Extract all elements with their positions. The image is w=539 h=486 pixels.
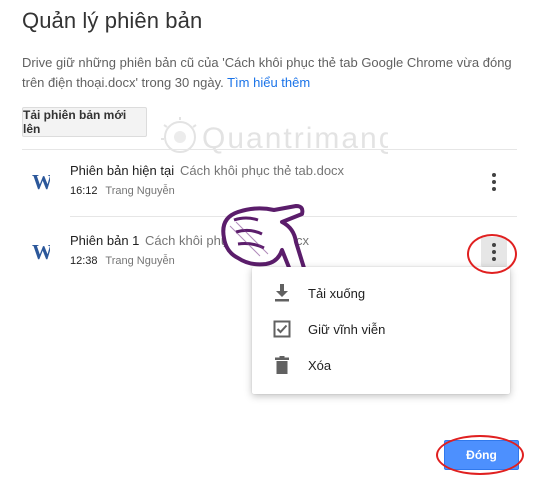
trash-icon <box>272 355 292 375</box>
version-row-current[interactable]: W Phiên bản hiện tại Cách khôi phục thẻ … <box>22 152 517 212</box>
menu-item-label: Giữ vĩnh viễn <box>308 321 386 337</box>
upload-new-version-button[interactable]: Tải phiên bản mới lên <box>22 107 147 137</box>
version-file: Cách khôi phục thẻ tab.docx <box>180 163 345 178</box>
more-vert-icon <box>492 243 496 261</box>
checkbox-icon <box>272 319 292 339</box>
version-time: 16:12 <box>70 185 98 197</box>
version-meta: 16:12 Trang Nguyễn <box>70 185 175 197</box>
version-time: 12:38 <box>70 255 98 267</box>
word-doc-icon: W <box>32 170 53 194</box>
learn-more-link[interactable]: Tìm hiểu thêm <box>227 75 310 90</box>
menu-item-delete[interactable]: Xóa <box>252 347 510 383</box>
version-file: Cách khôi phục thẻ tab.docx <box>145 233 310 248</box>
version-author: Trang Nguyễn <box>105 185 175 197</box>
more-vert-icon <box>492 173 496 191</box>
menu-item-keep-forever[interactable]: Giữ vĩnh viễn <box>252 311 510 347</box>
menu-item-download[interactable]: Tải xuống <box>252 275 510 311</box>
version-name: Phiên bản 1 <box>70 233 140 248</box>
menu-item-label: Xóa <box>308 357 332 373</box>
svg-text:W: W <box>32 240 50 262</box>
word-doc-icon: W <box>32 240 53 264</box>
menu-item-label: Tải xuống <box>308 285 366 301</box>
svg-text:W: W <box>32 170 50 192</box>
close-button[interactable]: Đóng <box>444 440 519 470</box>
version-meta: 12:38 Trang Nguyễn <box>70 255 175 267</box>
version-dialog: Quản lý phiên bản Drive giữ những phiên … <box>0 0 539 486</box>
download-icon <box>272 283 292 303</box>
more-options-button[interactable] <box>481 167 507 197</box>
watermark-text: Quantrimang <box>202 122 388 155</box>
more-options-button-active[interactable] <box>481 237 507 267</box>
divider <box>22 149 517 150</box>
dialog-description: Drive giữ những phiên bản cũ của 'Cách k… <box>22 53 522 93</box>
divider <box>70 216 517 217</box>
version-name: Phiên bản hiện tại <box>70 163 175 178</box>
version-context-menu: Tải xuống Giữ vĩnh viễn Xóa <box>252 267 510 394</box>
dialog-title: Quản lý phiên bản <box>22 8 203 33</box>
version-author: Trang Nguyễn <box>105 255 175 267</box>
